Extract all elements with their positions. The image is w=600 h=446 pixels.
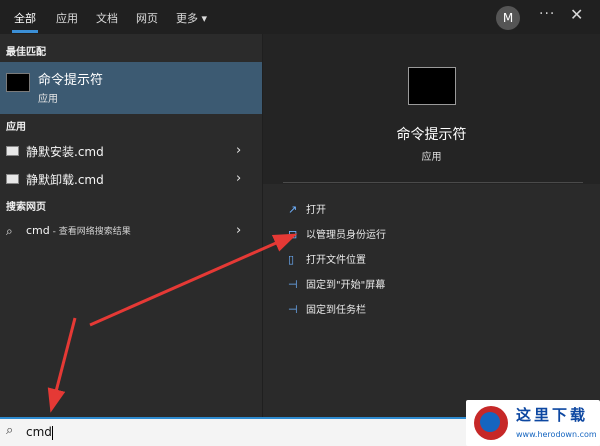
watermark-text: 这里下载 xyxy=(516,406,589,424)
web-hint: - 查看网络搜索结果 xyxy=(49,227,131,237)
chevron-right-icon[interactable]: › xyxy=(236,223,241,238)
preview-pane: 命令提示符 应用 ↗ 打开 ⊡ 以管理员身份运行 ▯ 打开文件位置 ⊣ 固定到"开始"屏… xyxy=(263,34,600,417)
chevron-right-icon[interactable]: › xyxy=(236,171,241,186)
divider xyxy=(283,182,583,183)
results-pane: 最佳匹配 命令提示符 应用 应用 静默安装.cmd › 静默卸载.cmd › 搜… xyxy=(0,34,262,417)
action-open-file-location[interactable]: ▯ 打开文件位置 xyxy=(288,251,366,266)
file-location-icon: ▯ xyxy=(288,253,295,266)
active-tab-indicator xyxy=(12,30,38,33)
cmd-file-icon xyxy=(6,174,19,184)
best-match-subtitle: 应用 xyxy=(38,94,58,105)
app-label: 静默卸载.cmd xyxy=(26,173,104,187)
chevron-right-icon[interactable]: › xyxy=(236,143,241,158)
preview-title: 命令提示符 xyxy=(396,127,467,143)
run-as-admin-icon: ⊡ xyxy=(288,228,298,241)
terminal-icon xyxy=(6,73,30,92)
action-label: 固定到"开始"屏幕 xyxy=(306,280,386,291)
pin-taskbar-icon: ⊣ xyxy=(288,303,298,316)
tab-web[interactable]: 网页 xyxy=(136,10,158,26)
action-open[interactable]: ↗ 打开 xyxy=(288,201,326,216)
action-label: 打开文件位置 xyxy=(306,255,366,266)
watermark: 这里下载 www.herodown.com xyxy=(466,400,600,446)
best-match-heading: 最佳匹配 xyxy=(6,47,46,58)
app-label: 静默安装.cmd xyxy=(26,145,104,159)
list-item[interactable]: 静默卸载.cmd › xyxy=(0,166,262,192)
search-icon: ⌕ xyxy=(6,423,14,438)
tab-more[interactable]: 更多 ▾ xyxy=(176,10,207,26)
cmd-file-icon xyxy=(6,146,19,156)
action-pin-start[interactable]: ⊣ 固定到"开始"屏幕 xyxy=(288,276,385,291)
pin-start-icon: ⊣ xyxy=(288,278,298,291)
action-run-as-admin[interactable]: ⊡ 以管理员身份运行 xyxy=(288,226,386,241)
web-query: cmd xyxy=(26,224,50,237)
terminal-icon xyxy=(408,67,456,105)
action-label: 以管理员身份运行 xyxy=(306,230,386,241)
tab-documents[interactable]: 文档 xyxy=(96,10,118,26)
web-search-item[interactable]: ⌕ cmd - 查看网络搜索结果 › xyxy=(0,218,262,244)
action-label: 固定到任务栏 xyxy=(306,305,366,316)
search-icon: ⌕ xyxy=(6,224,13,238)
action-label: 打开 xyxy=(306,205,326,216)
top-bar: 全部 应用 文档 网页 更多 ▾ M ··· ✕ xyxy=(0,0,600,34)
tab-apps[interactable]: 应用 xyxy=(56,10,78,26)
avatar[interactable]: M xyxy=(496,6,520,30)
web-search-heading: 搜索网页 xyxy=(6,202,46,213)
action-pin-taskbar[interactable]: ⊣ 固定到任务栏 xyxy=(288,301,366,316)
best-match-title: 命令提示符 xyxy=(38,73,104,88)
preview-subtitle: 应用 xyxy=(421,152,442,163)
text-cursor xyxy=(52,426,53,440)
list-item[interactable]: 静默安装.cmd › xyxy=(0,138,262,164)
tab-more-label: 更多 xyxy=(176,12,198,25)
watermark-url: www.herodown.com xyxy=(516,430,597,439)
actions-area: ↗ 打开 ⊡ 以管理员身份运行 ▯ 打开文件位置 ⊣ 固定到"开始"屏幕 ⊣ 固定到任务栏 xyxy=(263,184,600,417)
search-input[interactable]: cmd xyxy=(26,425,52,439)
watermark-logo-inner-icon xyxy=(480,412,500,432)
more-options-icon[interactable]: ··· xyxy=(539,6,555,22)
apps-heading: 应用 xyxy=(6,122,26,133)
web-search-label: cmd - 查看网络搜索结果 xyxy=(26,224,131,237)
chevron-down-icon: ▾ xyxy=(201,12,208,25)
open-icon: ↗ xyxy=(288,203,298,216)
best-match-item[interactable]: 命令提示符 应用 xyxy=(0,62,262,114)
tab-all[interactable]: 全部 xyxy=(14,10,36,26)
close-icon[interactable]: ✕ xyxy=(570,5,583,24)
